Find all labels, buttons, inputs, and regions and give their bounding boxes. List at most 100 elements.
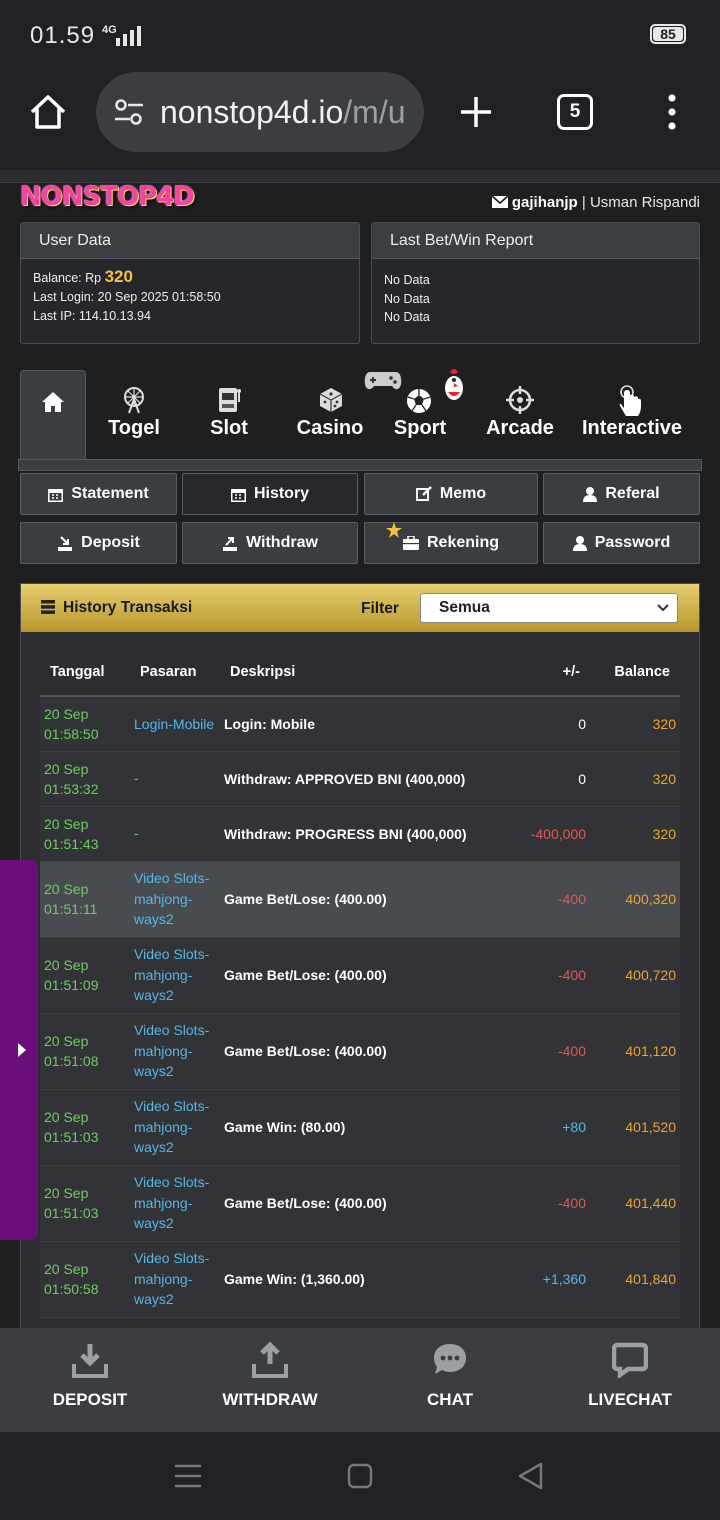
- livechat-icon: [612, 1342, 648, 1378]
- rekening-button[interactable]: Rekening: [364, 522, 538, 564]
- filter-value: Semua: [439, 599, 490, 616]
- button-label: Withdraw: [246, 534, 318, 551]
- nav-slot[interactable]: Slot: [190, 370, 268, 460]
- filter-select[interactable]: Semua: [420, 593, 678, 623]
- date-day: 20 Sep: [44, 760, 89, 777]
- cell-pasaran[interactable]: Video Slots-mahjong-ways2: [130, 861, 220, 938]
- column-header[interactable]: Tanggal: [40, 649, 130, 697]
- user-info: gajihanjp | Usman Rispandi: [491, 194, 700, 211]
- bottom-livechat[interactable]: LIVECHAT: [540, 1328, 720, 1432]
- user-separator: |: [581, 194, 586, 211]
- cell-description: Game Win: (80.00): [220, 1089, 500, 1166]
- user-fullname: Usman Rispandi: [589, 194, 700, 211]
- nav-interactive[interactable]: Interactive: [576, 370, 688, 460]
- button-label: Statement: [71, 485, 149, 502]
- date-day: 20 Sep: [44, 881, 89, 897]
- bottom-deposit[interactable]: DEPOSIT: [0, 1328, 180, 1432]
- withdraw-button[interactable]: Withdraw: [182, 522, 358, 564]
- download-icon: [72, 1344, 108, 1378]
- report-line: No Data: [384, 273, 430, 287]
- cell-amount: -400: [500, 1013, 590, 1090]
- balance-label: Balance: Rp: [33, 271, 102, 285]
- side-drawer-tab[interactable]: [0, 860, 38, 1240]
- statement-button[interactable]: Statement: [20, 473, 177, 515]
- table-row: 20 Sep 01:51:11 Video Slots-mahjong-ways2 G…: [40, 861, 680, 938]
- cell-amount: +80: [500, 1089, 590, 1166]
- bottom-chat[interactable]: CHAT: [360, 1328, 540, 1432]
- nav-casino[interactable]: Casino: [288, 370, 372, 460]
- column-header[interactable]: Pasaran: [130, 649, 220, 697]
- date-time: 01:51:11: [44, 901, 98, 917]
- cell-pasaran[interactable]: -: [130, 751, 220, 807]
- referal-button[interactable]: Referal: [543, 473, 700, 515]
- user-data-panel: User Data Balance: Rp 320 Last Login: 20…: [20, 222, 360, 344]
- crosshair-icon: [506, 386, 534, 414]
- cell-pasaran[interactable]: Video Slots-mahjong-ways2: [130, 937, 220, 1014]
- date-time: 01:51:43: [44, 835, 99, 852]
- cell-date: 20 Sep 01:50:58: [40, 1241, 130, 1318]
- bottom-withdraw[interactable]: WITHDRAW: [180, 1328, 360, 1432]
- upload-icon: [252, 1342, 288, 1378]
- bottom-label: LIVECHAT: [588, 1390, 672, 1409]
- user-icon: [583, 486, 598, 502]
- status-time: 01.59: [30, 22, 96, 49]
- cell-pasaran[interactable]: Video Slots-mahjong-ways2: [130, 1013, 220, 1090]
- cell-pasaran[interactable]: Video Slots-mahjong-ways2: [130, 1165, 220, 1242]
- ferris-wheel-icon: [124, 387, 144, 414]
- button-label: Rekening: [426, 534, 499, 551]
- caret-right-icon: [18, 1043, 26, 1057]
- nav-label: Slot: [210, 417, 248, 439]
- mail-icon[interactable]: [491, 195, 509, 208]
- more-menu-icon[interactable]: [664, 94, 680, 130]
- memo-button[interactable]: Memo: [364, 473, 538, 515]
- nav-home[interactable]: [20, 370, 86, 461]
- history-button[interactable]: History: [182, 473, 358, 515]
- table-row: 20 Sep 01:50:58 Video Slots-mahjong-ways2 G…: [40, 1241, 680, 1318]
- new-tab-icon[interactable]: [458, 94, 494, 130]
- username: gajihanjp: [511, 194, 578, 211]
- home-icon[interactable]: [28, 92, 68, 132]
- nav-sport[interactable]: Sport: [364, 369, 463, 460]
- cell-amount: 0: [500, 696, 590, 752]
- cell-balance: 401,840: [590, 1241, 680, 1318]
- cell-balance: 320: [590, 696, 680, 752]
- date-day: 20 Sep: [44, 957, 89, 973]
- recent-apps-icon[interactable]: [175, 1464, 201, 1488]
- site-logo[interactable]: NONSTOP4D: [20, 182, 195, 212]
- cell-pasaran[interactable]: Login-Mobile: [130, 696, 220, 752]
- button-label: Deposit: [81, 534, 140, 551]
- signal-icon: [116, 26, 141, 46]
- touch-icon: [619, 385, 641, 416]
- history-panel: History Transaksi Filter Semua Tanggal P…: [20, 583, 700, 1330]
- network-type: 4G: [102, 24, 117, 36]
- cell-date: 20 Sep 01:51:03: [40, 1165, 130, 1242]
- chevron-down-icon: [657, 604, 669, 612]
- rooster-icon: [445, 369, 463, 400]
- address-bar[interactable]: nonstop4d.io/m/u: [96, 72, 424, 152]
- cell-pasaran[interactable]: Video Slots-mahjong-ways2: [130, 1089, 220, 1166]
- cell-pasaran[interactable]: Video Slots-mahjong-ways2: [130, 1241, 220, 1318]
- nav-label: Togel: [108, 417, 160, 439]
- briefcase-icon: [402, 536, 419, 550]
- cell-balance: 400,320: [590, 861, 680, 938]
- column-header[interactable]: Deskripsi: [220, 649, 500, 697]
- column-header[interactable]: +/-: [500, 649, 590, 697]
- table-row: 20 Sep 01:51:03 Video Slots-mahjong-ways2 G…: [40, 1165, 680, 1242]
- cell-amount: +1,360: [500, 1241, 590, 1318]
- back-icon[interactable]: [517, 1462, 543, 1490]
- tab-count: 5: [569, 101, 581, 122]
- password-button[interactable]: Password: [543, 522, 700, 564]
- column-header[interactable]: Balance: [590, 649, 680, 697]
- nav-togel[interactable]: Togel: [92, 370, 176, 460]
- home-button-icon[interactable]: [347, 1463, 373, 1489]
- cell-pasaran[interactable]: -: [130, 806, 220, 862]
- nav-arcade[interactable]: Arcade: [478, 370, 562, 460]
- status-bar: 01.59 4G 85: [0, 0, 720, 70]
- date-day: 20 Sep: [44, 1109, 89, 1125]
- gamepad-icon: [364, 372, 402, 390]
- cell-balance: 400,720: [590, 937, 680, 1014]
- tab-switcher-button[interactable]: 5: [557, 94, 593, 130]
- bottom-label: WITHDRAW: [222, 1390, 318, 1409]
- site-settings-icon[interactable]: [114, 98, 144, 126]
- deposit-button[interactable]: Deposit: [20, 522, 177, 564]
